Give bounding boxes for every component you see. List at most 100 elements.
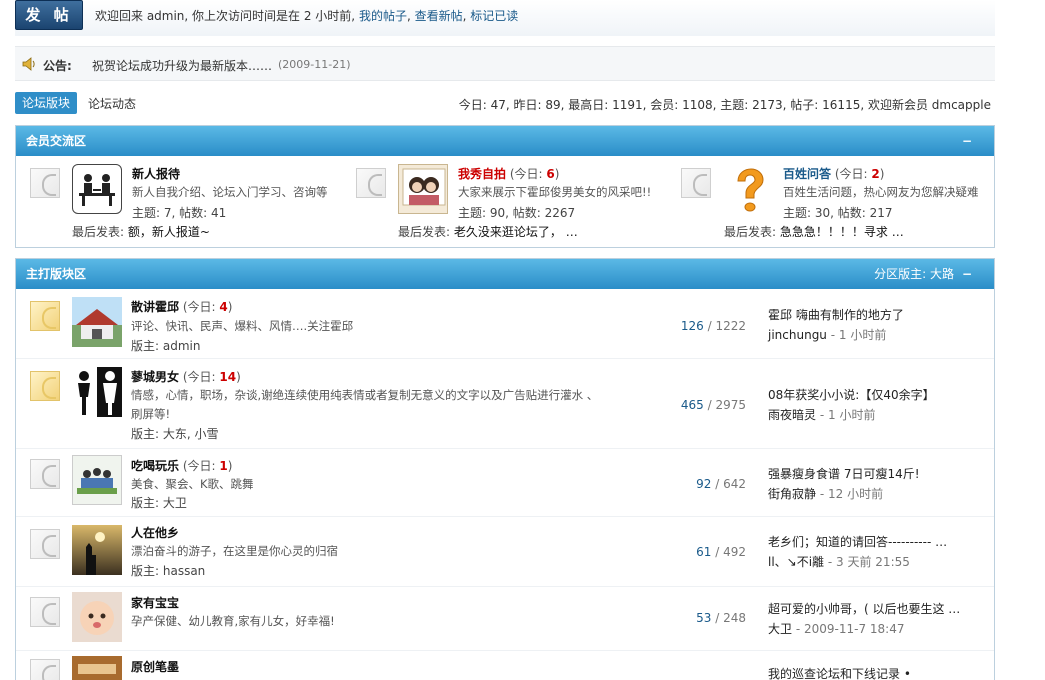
today-count: 4 [219, 300, 228, 314]
forum-counts: 126 / 1222 [680, 319, 746, 333]
forum-row: 蓼城男女 (今日: 14) 情感，心情，职场，杂谈,谢绝连续使用纯表情或者复制无… [16, 359, 994, 449]
forum-name[interactable]: 家有宝宝 [131, 596, 179, 610]
forum-row: 散讲霍邱 (今日: 4) 评论、快讯、民声、爆料、风情….关注霍邱 版主: ad… [16, 289, 994, 359]
forum-card: 百姓问答 (今日: 2) 百姓生活问题，热心网友为您解决疑难 主题: 30, 帖… [668, 156, 994, 246]
forum-title-line: 人在他乡 [131, 524, 179, 541]
forum-desc: 百姓生活问题，热心网友为您解决疑难 [783, 185, 979, 199]
forum-desc: 美食、聚会、K歌、跳舞 [131, 477, 254, 491]
forum-name[interactable]: 蓼城男女 [131, 370, 179, 384]
forum-status-icon [30, 459, 60, 489]
forum-status-icon-new [30, 371, 60, 401]
new-post-button[interactable]: 发 帖 [15, 0, 83, 30]
forum-moderators: 版主: hassan [131, 564, 206, 578]
forum-title-line: 蓼城男女 (今日: 14) [131, 370, 241, 384]
forum-card: 我秀自拍 (今日: 6) 大家来展示下霍邱俊男美女的风采吧!! 主题: 90, … [342, 156, 668, 246]
new-posts-link[interactable]: 查看新帖 [415, 9, 463, 23]
forum-thumb-couple-icon[interactable] [72, 367, 122, 417]
my-posts-link[interactable]: 我的帖子 [359, 9, 407, 23]
last-post: 最后发表: 老久没来逛论坛了， … [398, 225, 578, 239]
forum-desc: 孕产保健、幼儿教育,家有儿女，好幸福! [131, 614, 335, 628]
last-post-link[interactable]: 急急急！！！！寻求 … [780, 225, 904, 239]
forum-thumb-question-icon[interactable] [724, 164, 774, 214]
welcome-text: 欢迎回来 admin, 你上次访问时间是在 2 小时前, [95, 9, 356, 23]
forum-thumb-baby-icon[interactable] [72, 592, 122, 642]
forum-name[interactable]: 我秀自拍 [458, 167, 506, 181]
forum-desc: 评论、快讯、民声、爆料、风情….关注霍邱 [131, 319, 354, 333]
last-post-link[interactable]: 老久没来逛论坛了， … [454, 225, 578, 239]
forum-counts: 465 / 2975 [680, 398, 746, 412]
forum-counts: 61 / 492 [696, 545, 746, 559]
member-exchange-section: 会员交流区 − 新人报待 新人自我介绍、论坛入门学习、咨询等 主题: 7, 帖数… [15, 125, 995, 248]
forum-thumb-writing-icon[interactable] [72, 656, 122, 680]
last-post-user[interactable]: 大卫 [768, 622, 792, 636]
forum-status-icon [30, 529, 60, 559]
today-count: 6 [546, 167, 555, 181]
today-count: 1 [219, 459, 228, 473]
section-title: 主打版块区 [26, 267, 87, 281]
last-post: 最后发表: 急急急！！！！寻求 … [724, 225, 904, 239]
forum-name[interactable]: 新人报待 [132, 165, 180, 182]
last-post-author: 大卫 - 2009-11-7 18:47 [768, 622, 905, 636]
forum-name[interactable]: 原创笔墨 [131, 660, 179, 674]
announcement-bar: 公告: 祝贺论坛成功升级为最新版本…… (2009-11-21) [15, 46, 995, 81]
last-post-link[interactable]: 额，新人报道~ [128, 225, 210, 239]
last-post-title[interactable]: 08年获奖小小说:【仅40余字】 [768, 386, 935, 403]
forum-title-line: 百姓问答 (今日: 2) [783, 167, 885, 181]
last-post-title[interactable]: 我的巡查论坛和下线记录 • [768, 665, 911, 680]
announcement-label: 公告: [43, 59, 72, 73]
last-post-title[interactable]: 超可爱的小帅哥，( 以后也要生这 … [768, 600, 960, 617]
last-post-author: 街角寂静 - 12 小时前 [768, 487, 884, 501]
forum-desc: 新人自我介绍、论坛入门学习、咨询等 [132, 185, 328, 199]
moderator-link[interactable]: 大路 [930, 267, 954, 281]
collapse-icon[interactable]: − [962, 259, 972, 289]
forum-desc: 情感，心情，职场，杂谈,谢绝连续使用纯表情或者复制无意义的文字以及广告贴进行灌水… [131, 388, 599, 421]
forum-status-icon [681, 168, 711, 198]
forum-thumb-building-icon[interactable] [72, 297, 122, 347]
last-post-user[interactable]: 雨夜暗灵 [768, 408, 816, 422]
forum-name[interactable]: 吃喝玩乐 [131, 459, 179, 473]
last-post-author: 雨夜暗灵 - 1 小时前 [768, 408, 876, 422]
last-post-title[interactable]: 老乡们；知道的请回答---------- … [768, 533, 947, 550]
tab-forum-sections[interactable]: 论坛版块 [15, 92, 77, 114]
announcement-link[interactable]: 祝贺论坛成功升级为最新版本…… [92, 57, 272, 74]
forum-stats-text: 主题: 30, 帖数: 217 [783, 206, 893, 220]
forum-row: 人在他乡 漂泊奋斗的游子，在这里是你心灵的归宿 版主: hassan 61 / … [16, 517, 994, 587]
forum-row: 吃喝玩乐 (今日: 1) 美食、聚会、K歌、跳舞 版主: 大卫 92 / 642… [16, 449, 994, 517]
last-post-user[interactable]: ll、↘不i離 [768, 555, 824, 569]
top-bar: 发 帖 欢迎回来 admin, 你上次访问时间是在 2 小时前, 我的帖子, 查… [15, 0, 995, 36]
forum-title-line: 散讲霍邱 (今日: 4) [131, 300, 233, 314]
main-sections-panel: 主打版块区 分区版主: 大路 − 散讲霍邱 (今日: 4) 评论、快讯、民声、爆… [15, 258, 995, 680]
forum-thumb-selfie-icon[interactable] [398, 164, 448, 214]
last-post-title[interactable]: 霍邱 嗨曲有制作的地方了 [768, 306, 904, 323]
forum-thumb-sunset-icon[interactable] [72, 525, 122, 575]
last-post-author: jinchungu - 1 小时前 [768, 328, 887, 342]
forum-name[interactable]: 百姓问答 [783, 167, 831, 181]
forum-name[interactable]: 散讲霍邱 [131, 300, 179, 314]
last-post-user[interactable]: jinchungu [768, 328, 827, 342]
last-post-user[interactable]: 街角寂静 [768, 487, 816, 501]
forum-thumb-newcomer-icon[interactable] [72, 164, 122, 214]
forum-counts: 92 / 642 [696, 477, 746, 491]
forum-desc: 大家来展示下霍邱俊男美女的风采吧!! [458, 185, 652, 199]
forum-moderators: 版主: 大东, 小雪 [131, 427, 219, 441]
speaker-icon [22, 57, 35, 71]
tab-forum-activity[interactable]: 论坛动态 [88, 95, 136, 112]
forum-stats: 今日: 47, 昨日: 89, 最高日: 1191, 会员: 1108, 主题:… [458, 98, 991, 112]
collapse-icon[interactable]: − [962, 126, 972, 156]
forum-card: 新人报待 新人自我介绍、论坛入门学习、咨询等 主题: 7, 帖数: 41 最后发… [16, 156, 342, 246]
forum-stats-text: 主题: 90, 帖数: 2267 [458, 206, 576, 220]
forum-name[interactable]: 人在他乡 [131, 526, 179, 540]
forum-moderators: 版主: 大卫 [131, 496, 187, 510]
last-post: 最后发表: 额，新人报道~ [72, 225, 210, 239]
last-post-author: ll、↘不i離 - 3 天前 21:55 [768, 555, 910, 569]
announcement-date: (2009-11-21) [278, 58, 351, 71]
mark-read-link[interactable]: 标记已读 [470, 9, 518, 23]
forum-status-icon [30, 659, 60, 680]
forum-status-icon-new [30, 301, 60, 331]
forum-counts: 53 / 248 [696, 611, 746, 625]
today-count: 14 [219, 370, 237, 384]
section-title: 会员交流区 [26, 134, 87, 148]
last-post-title[interactable]: 强暴瘦身食谱 7日可瘦14斤! [768, 465, 920, 482]
forum-thumb-party-icon[interactable] [72, 455, 122, 505]
forum-title-line: 家有宝宝 [131, 594, 179, 611]
